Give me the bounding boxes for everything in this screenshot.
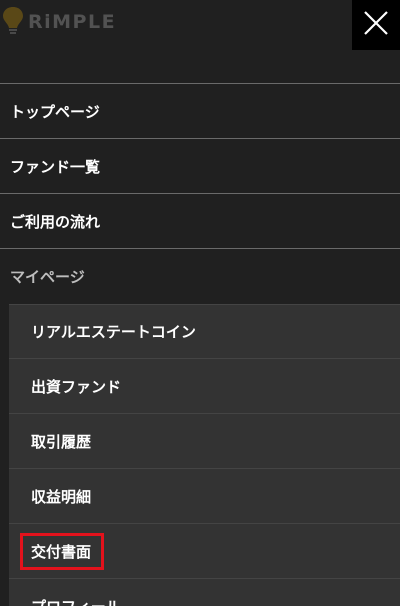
menu-section-mypage[interactable]: マイページ [0, 249, 400, 304]
submenu-item-real-estate-coin[interactable]: リアルエステートコイン [9, 304, 400, 359]
menu-item-fund-list[interactable]: ファンド一覧 [0, 139, 400, 194]
rimple-logo[interactable]: RiMPLE [2, 6, 116, 38]
menu-item-how-to-use[interactable]: ご利用の流れ [0, 194, 400, 249]
submenu-item-label: プロフィール [31, 596, 121, 606]
close-icon [363, 10, 389, 40]
submenu-item-profile[interactable]: プロフィール [9, 579, 400, 606]
submenu-item-income-statement[interactable]: 収益明細 [9, 469, 400, 524]
submenu-item-label: 出資ファンド [31, 377, 122, 396]
lightbulb-icon [2, 6, 24, 38]
logo-text: RiMPLE [28, 11, 117, 33]
submenu-item-delivery-documents[interactable]: 交付書面 [9, 524, 400, 579]
menu-header: RiMPLE [0, 0, 400, 84]
mobile-menu-screen: RiMPLE トップページ ファンド一覧 ご利用の流れ マイページ リアルエステ… [0, 0, 400, 606]
submenu-item-invested-funds[interactable]: 出資ファンド [9, 359, 400, 414]
mypage-submenu: リアルエステートコイン 出資ファンド 取引履歴 収益明細 交付書面 プロフィール [9, 304, 400, 606]
highlight-box [20, 533, 104, 570]
close-button[interactable] [352, 0, 400, 50]
menu-item-top-page[interactable]: トップページ [0, 84, 400, 139]
submenu-item-label: 取引履歴 [31, 432, 92, 451]
submenu-item-transaction-history[interactable]: 取引履歴 [9, 414, 400, 469]
submenu-item-label: リアルエステートコイン [31, 323, 196, 341]
submenu-item-label: 収益明細 [31, 487, 92, 506]
